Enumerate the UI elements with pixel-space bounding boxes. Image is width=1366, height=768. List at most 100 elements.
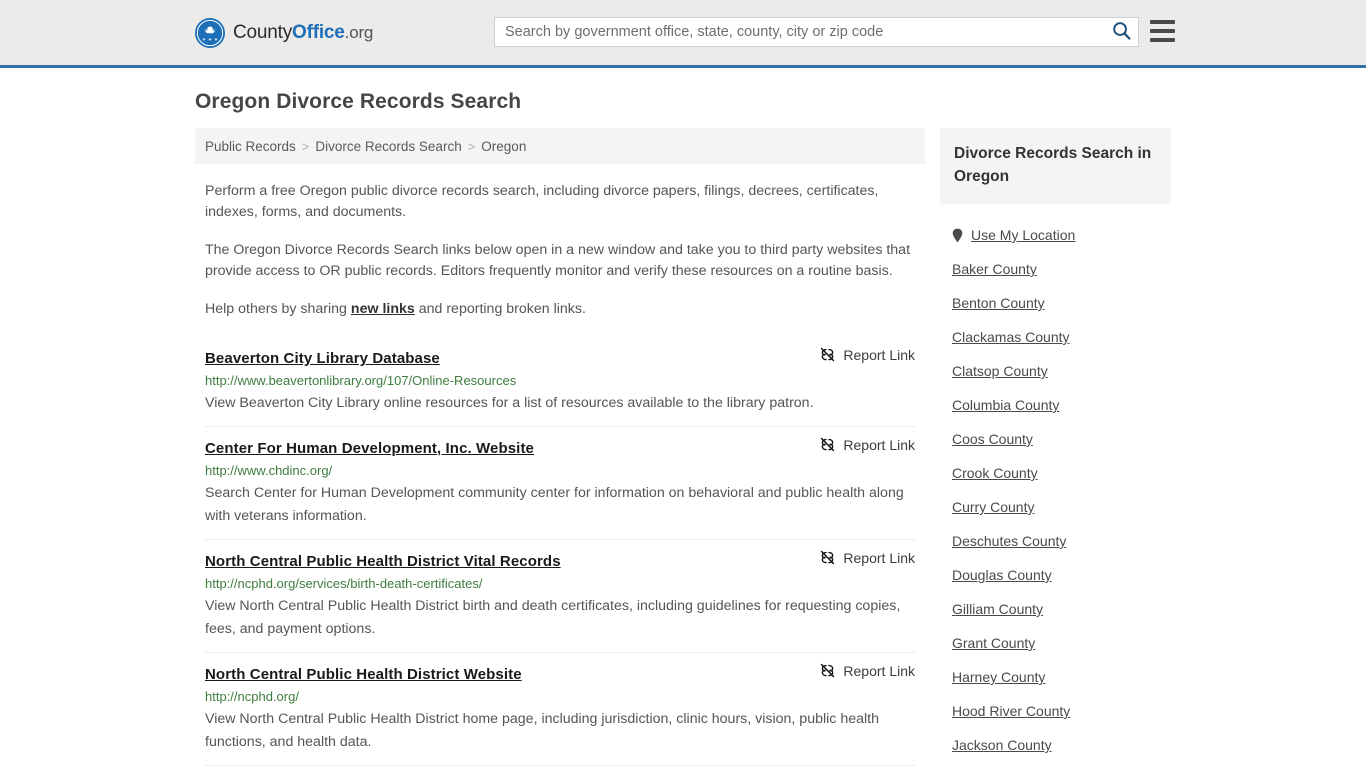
breadcrumb-item-divorce-records-search[interactable]: Divorce Records Search [315,139,461,154]
intro-paragraph-3: Help others by sharing new links and rep… [205,299,915,320]
sidebar-item-label[interactable]: Douglas County [952,567,1052,583]
sidebar-item-label[interactable]: Jackson County [952,737,1052,753]
intro-paragraph-2: The Oregon Divorce Records Search links … [205,242,911,279]
logo-org-text: .org [344,22,374,42]
sidebar-item-gilliam-county[interactable]: Gilliam County [952,592,1171,626]
result-header: North Central Public Health District Web… [205,662,915,684]
result-description: View North Central Public Health Distric… [205,711,879,750]
result-header: Beaverton City Library Database Report L… [205,346,915,368]
sidebar-item-clackamas-county[interactable]: Clackamas County [952,320,1171,354]
site-header: CountyOffice.org [0,0,1366,68]
broken-link-icon [819,549,836,566]
result-url: http://ncphd.org/ [205,689,299,704]
sidebar-item-label[interactable]: Curry County [952,499,1034,515]
result-description: View Beaverton City Library online resou… [205,395,814,411]
sidebar-item-clatsop-county[interactable]: Clatsop County [952,354,1171,388]
intro-paragraph-3-prefix: Help others by sharing [205,301,351,317]
sidebar-item-label[interactable]: Hood River County [952,703,1070,719]
main-content: Public Records > Divorce Records Search … [195,128,925,768]
report-link-label: Report Link [843,346,915,363]
sidebar-item-label[interactable]: Columbia County [952,397,1059,413]
map-pin-icon [952,228,963,243]
sidebar-item-coos-county[interactable]: Coos County [952,422,1171,456]
logo-office-text: Office [292,21,345,43]
result-description: Search Center for Human Development comm… [205,485,904,524]
page-container: Oregon Divorce Records Search Public Rec… [0,90,1366,768]
result-header: Center For Human Development, Inc. Websi… [205,436,915,458]
sidebar-item-label[interactable]: Crook County [952,465,1038,481]
broken-link-icon [819,346,836,363]
page-title: Oregon Divorce Records Search [195,90,522,113]
result-url: http://www.beavertonlibrary.org/107/Onli… [205,373,517,388]
result-url: http://www.chdinc.org/ [205,463,333,478]
sidebar-item-columbia-county[interactable]: Columbia County [952,388,1171,422]
sidebar-item-hood-river-county[interactable]: Hood River County [952,694,1171,728]
sidebar-item-label[interactable]: Grant County [952,635,1035,651]
search-input[interactable] [495,18,1104,46]
logo-county-text: County [233,21,293,43]
result-header: North Central Public Health District Vit… [205,549,915,571]
results-list: Beaverton City Library Database Report L… [195,337,925,768]
report-link-button[interactable]: Report Link [819,436,915,453]
result-title-link[interactable]: North Central Public Health District Web… [205,666,522,683]
report-link-button[interactable]: Report Link [819,662,915,679]
sidebar-item-label[interactable]: Baker County [952,261,1037,277]
eagle-seal-icon [195,17,225,48]
new-links-link[interactable]: new links [351,301,415,317]
sidebar-item-label[interactable]: Gilliam County [952,601,1043,617]
intro-paragraph-1: Perform a free Oregon public divorce rec… [205,183,879,220]
sidebar-item-baker-county[interactable]: Baker County [952,252,1171,286]
report-link-label: Report Link [843,662,915,679]
intro-text: Perform a free Oregon public divorce rec… [195,181,925,320]
site-logo[interactable]: CountyOffice.org [195,17,373,48]
result-item: North Central Public Health District Web… [205,653,915,766]
hamburger-bar [1150,29,1175,33]
hamburger-bar [1150,20,1175,24]
breadcrumb-separator: > [301,138,310,154]
sidebar-item-use-my-location[interactable]: Use My Location [952,218,1171,252]
breadcrumb-item-public-records[interactable]: Public Records [205,139,296,154]
report-link-label: Report Link [843,549,915,566]
hamburger-menu-icon[interactable] [1150,20,1175,42]
breadcrumb: Public Records > Divorce Records Search … [195,128,925,164]
sidebar-heading: Divorce Records Search in Oregon [940,128,1171,204]
intro-paragraph-3-suffix: and reporting broken links. [414,301,586,317]
result-description: View North Central Public Health Distric… [205,598,901,637]
sidebar-item-deschutes-county[interactable]: Deschutes County [952,524,1171,558]
search-button[interactable] [1104,18,1138,46]
report-link-label: Report Link [843,436,915,453]
search-icon [1112,21,1131,43]
sidebar-item-jackson-county[interactable]: Jackson County [952,728,1171,762]
sidebar-item-douglas-county[interactable]: Douglas County [952,558,1171,592]
sidebar-item-label[interactable]: Benton County [952,295,1045,311]
result-title-link[interactable]: North Central Public Health District Vit… [205,553,561,570]
sidebar-item-grant-county[interactable]: Grant County [952,626,1171,660]
sidebar-item-label[interactable]: Use My Location [971,227,1075,243]
search-bar [494,17,1139,47]
sidebar-item-label[interactable]: Harney County [952,669,1045,685]
breadcrumb-item-oregon: Oregon [481,138,527,154]
sidebar-item-crook-county[interactable]: Crook County [952,456,1171,490]
sidebar-item-benton-county[interactable]: Benton County [952,286,1171,320]
sidebar-item-curry-county[interactable]: Curry County [952,490,1171,524]
result-item: North Central Public Health District Vit… [205,540,915,653]
hamburger-bar [1150,38,1175,42]
sidebar-county-list: Use My Location Baker County Benton Coun… [940,218,1171,762]
result-url: http://ncphd.org/services/birth-death-ce… [205,576,483,591]
sidebar-item-label[interactable]: Deschutes County [952,533,1066,549]
result-title-link[interactable]: Center For Human Development, Inc. Websi… [205,440,534,457]
sidebar-item-label[interactable]: Clackamas County [952,329,1070,345]
sidebar-item-label[interactable]: Clatsop County [952,363,1048,379]
report-link-button[interactable]: Report Link [819,346,915,363]
logo-wordmark: CountyOffice.org [233,22,373,44]
broken-link-icon [819,436,836,453]
result-title-link[interactable]: Beaverton City Library Database [205,350,440,367]
sidebar: Divorce Records Search in Oregon Use My … [940,128,1171,762]
report-link-button[interactable]: Report Link [819,549,915,566]
sidebar-item-harney-county[interactable]: Harney County [952,660,1171,694]
breadcrumb-separator: > [467,138,476,154]
content-columns: Public Records > Divorce Records Search … [195,128,1171,768]
sidebar-item-label[interactable]: Coos County [952,431,1033,447]
result-item: Beaverton City Library Database Report L… [205,337,915,427]
result-item: Center For Human Development, Inc. Websi… [205,427,915,540]
